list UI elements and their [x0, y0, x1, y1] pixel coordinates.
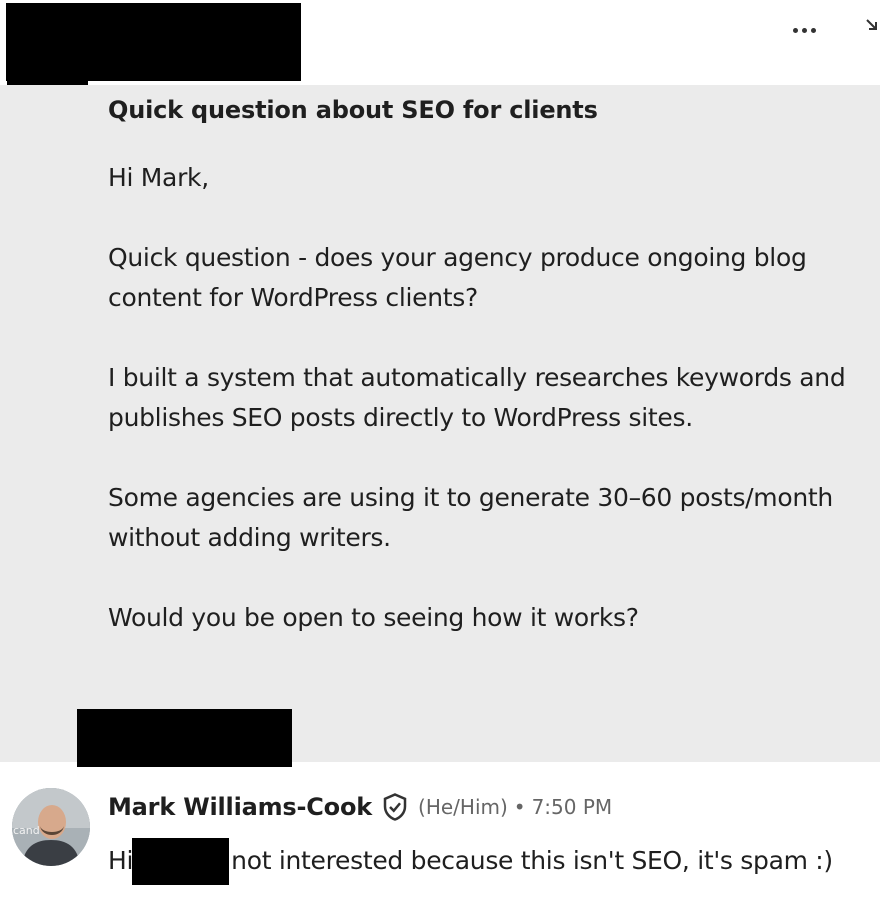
reply-text-end: not interested because this isn't SEO, i…	[231, 846, 833, 875]
message-greeting: Hi Mark,	[108, 163, 209, 192]
expand-arrow-icon[interactable]	[864, 17, 880, 33]
avatar-photo: cand	[12, 788, 90, 866]
reply-header: Mark Williams-Cook (He/Him) • 7:50 PM	[108, 792, 612, 822]
more-options-icon[interactable]	[789, 22, 820, 39]
message-paragraph: Quick question - does your agency produc…	[108, 243, 807, 312]
message-paragraph: I built a system that automatically rese…	[108, 363, 846, 432]
verified-shield-icon	[383, 793, 407, 821]
reply-pronouns: (He/Him)	[418, 795, 508, 819]
redacted-reply-name	[132, 838, 229, 885]
message-actions	[789, 18, 880, 39]
reply-timestamp: 7:50 PM	[531, 795, 613, 819]
redacted-signature	[77, 709, 292, 767]
message-subject: Quick question about SEO for clients	[108, 96, 598, 124]
message-body: Hi Mark, Quick question - does your agen…	[108, 158, 868, 678]
avatar[interactable]: cand	[12, 788, 90, 866]
svg-text:cand: cand	[13, 824, 40, 837]
message-paragraph: Would you be open to seeing how it works…	[108, 603, 639, 632]
meta-separator: •	[513, 795, 526, 819]
reply-author-name[interactable]: Mark Williams-Cook	[108, 793, 372, 821]
message-paragraph: Some agencies are using it to generate 3…	[108, 483, 833, 552]
reply-text-start: Hi	[108, 846, 134, 875]
